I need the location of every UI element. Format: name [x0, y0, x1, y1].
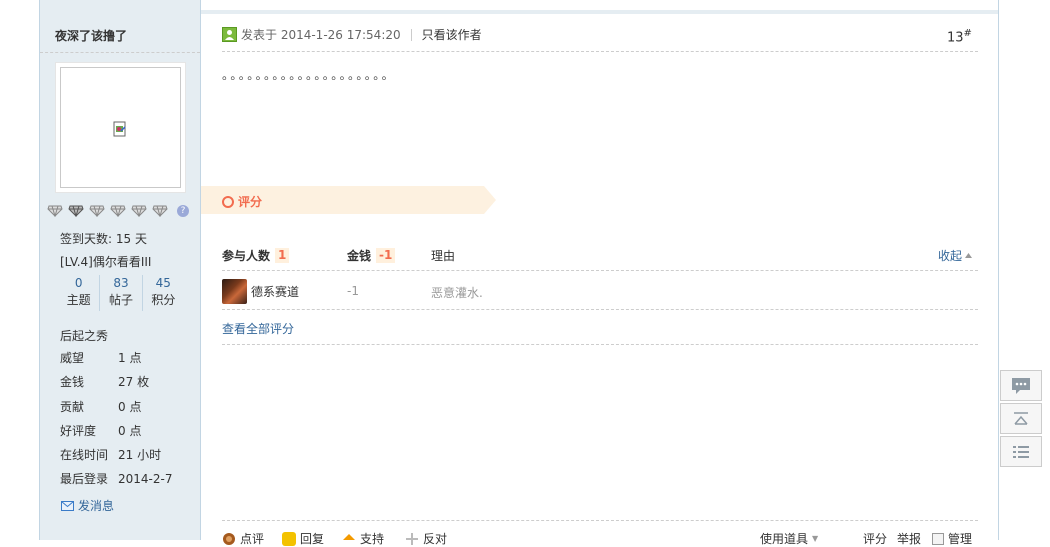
send-message-label: 发消息: [78, 499, 115, 513]
diamond-icon: [68, 205, 84, 217]
diamond-icon: [47, 205, 63, 217]
back-to-top-button[interactable]: [1000, 403, 1042, 434]
post-actions: 点评 回复 支持 反对 使用道具 ▼ 评分 举报 管理: [222, 530, 978, 547]
user-level[interactable]: [LV.4]偶尔看看III: [60, 253, 151, 270]
money-header: 金钱 -1: [347, 247, 396, 264]
thumb-up-icon: [343, 533, 355, 540]
diamond-icon: [131, 205, 147, 217]
rating-row: 德系赛道 -1 恶意灌水.: [222, 279, 978, 305]
info-row: 威望 1 点: [60, 351, 142, 365]
diamond-icon: [110, 205, 126, 217]
reply-icon: [282, 531, 296, 546]
author-sidebar: 夜深了该撸了 ? 签到天数: 15 天 [LV.4]偶尔看看III 0 主题 8…: [40, 0, 201, 540]
broken-image-icon: [113, 121, 126, 137]
online-user-icon: [222, 27, 237, 42]
manage-button[interactable]: 管理: [932, 530, 972, 547]
reply-button[interactable]: 回复: [282, 530, 324, 547]
rater-avatar[interactable]: [222, 279, 247, 304]
user-stats: 0 主题 83 帖子 45 积分: [58, 275, 184, 311]
floating-toolbar: [1000, 370, 1042, 469]
author-name[interactable]: 夜深了该撸了: [55, 27, 127, 44]
chat-bubble-icon: [1012, 377, 1030, 394]
oppose-button[interactable]: 反对: [405, 530, 447, 547]
avatar[interactable]: [55, 62, 186, 193]
post-top-border: [201, 10, 998, 14]
divider: [410, 28, 412, 41]
stat-posts[interactable]: 83 帖子: [99, 275, 141, 311]
help-icon[interactable]: ?: [177, 205, 189, 217]
info-row: 在线时间 21 小时: [60, 448, 162, 463]
caret-up-icon: [965, 253, 972, 258]
quick-reply-button[interactable]: [1000, 370, 1042, 401]
stat-points[interactable]: 45 积分: [141, 275, 184, 311]
divider: [222, 309, 978, 310]
info-row: 金钱 27 枚: [60, 375, 150, 390]
send-message-link[interactable]: 发消息: [61, 497, 114, 514]
use-item-menu[interactable]: 使用道具 ▼: [760, 530, 818, 547]
rater-name[interactable]: 德系赛道: [251, 283, 299, 300]
rating-table-header: 参与人数 1 金钱 -1 理由 收起: [222, 247, 978, 267]
divider: [40, 52, 200, 53]
divider: [222, 344, 978, 345]
stat-topics[interactable]: 0 主题: [58, 275, 99, 311]
info-row: 好评度 0 点: [60, 423, 142, 438]
diamond-icon: [89, 205, 105, 217]
comment-button[interactable]: 点评: [222, 530, 264, 547]
post-time: 发表于 2014-1-26 17:54:20: [241, 28, 401, 42]
divider: [222, 270, 978, 271]
signin-days: 签到天数: 15 天: [60, 232, 147, 246]
rater-reason: 恶意灌水.: [431, 286, 483, 300]
divider: [222, 51, 978, 52]
circle-icon: [222, 195, 234, 208]
only-author-link[interactable]: 只看该作者: [422, 26, 482, 43]
plus-icon: [406, 532, 418, 545]
info-row: 最后登录 2014-2-7: [60, 472, 173, 487]
rater-value: -1: [347, 284, 359, 298]
support-button[interactable]: 支持: [342, 530, 384, 547]
floor-number[interactable]: 13#: [947, 28, 972, 45]
reason-header: 理由: [431, 249, 456, 263]
user-group: 后起之秀: [60, 329, 109, 343]
back-to-list-button[interactable]: [1000, 436, 1042, 467]
divider: [222, 520, 978, 521]
comment-icon: [223, 532, 235, 545]
participants-header: 参与人数 1: [222, 247, 290, 264]
checkbox-icon: [932, 532, 944, 545]
medal-row: ?: [47, 205, 189, 217]
mail-icon: [61, 500, 74, 511]
chevron-down-icon: ▼: [812, 534, 819, 543]
post-meta: 发表于 2014-1-26 17:54:20 只看该作者: [222, 26, 482, 43]
list-icon: [1013, 445, 1029, 458]
info-row: 贡献 0 点: [60, 399, 142, 414]
participants-count: 1: [275, 248, 290, 263]
rating-title: 评分: [222, 193, 262, 210]
money-total: -1: [376, 248, 396, 263]
diamond-icon: [152, 205, 168, 217]
post-content: 。。。。。。。。。。。。。。。。。。。。: [222, 68, 397, 82]
user-info-list: 威望 1 点 金钱 27 枚 贡献 0 点 好评度 0 点 在线时间 21 小时 最后登录…: [60, 350, 190, 496]
report-button[interactable]: 举报: [897, 530, 921, 547]
view-all-ratings-link[interactable]: 查看全部评分: [222, 320, 294, 337]
arrow-up-icon: [1014, 411, 1028, 425]
collapse-button[interactable]: 收起: [938, 247, 972, 264]
rate-button[interactable]: 评分: [863, 530, 887, 547]
